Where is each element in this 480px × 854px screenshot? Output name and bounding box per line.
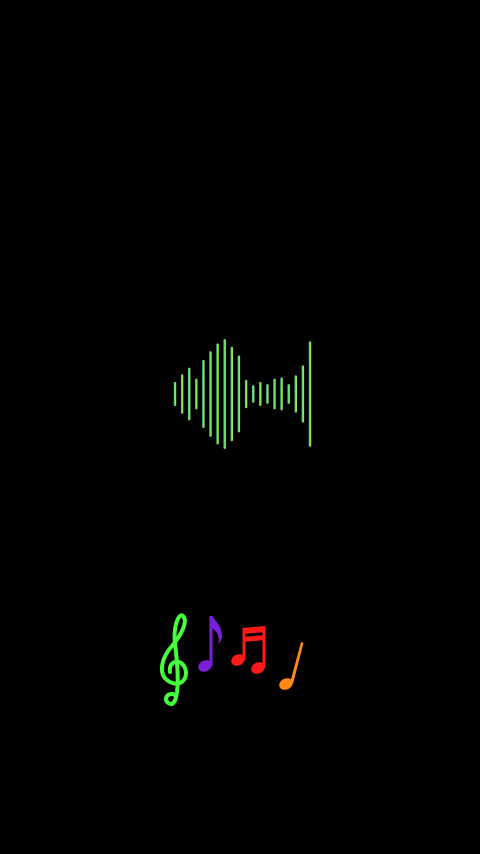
waveform-bar	[180, 374, 184, 414]
waveform-bar	[273, 378, 276, 410]
treble-clef-icon	[160, 613, 189, 706]
waveform-bar	[252, 385, 255, 403]
eighth-note-icon	[198, 616, 222, 672]
waveform-bar	[173, 381, 177, 407]
waveform-bar	[294, 375, 297, 413]
waveform-bar	[301, 365, 305, 423]
beamed-sixteenth-notes-icon	[231, 626, 266, 674]
waveform-bar	[209, 351, 212, 437]
audio-waveform-icon	[170, 336, 315, 452]
waveform-bar	[266, 384, 269, 404]
waveform-bar	[202, 359, 205, 429]
waveform-bar	[280, 377, 283, 411]
waveform-bar	[230, 346, 233, 442]
quarter-note-icon	[279, 642, 304, 690]
waveform-bar	[188, 367, 191, 421]
waveform-graphic	[173, 339, 312, 449]
waveform-bar	[216, 343, 219, 445]
waveform-bar	[259, 381, 262, 407]
app-screen	[0, 0, 480, 854]
music-notes-group	[152, 604, 312, 714]
waveform-bar	[244, 379, 248, 409]
waveform-bar	[223, 339, 226, 449]
waveform-bar	[195, 378, 198, 410]
waveform-bar	[308, 341, 312, 447]
waveform-bar	[287, 384, 290, 404]
waveform-bar	[237, 355, 241, 433]
